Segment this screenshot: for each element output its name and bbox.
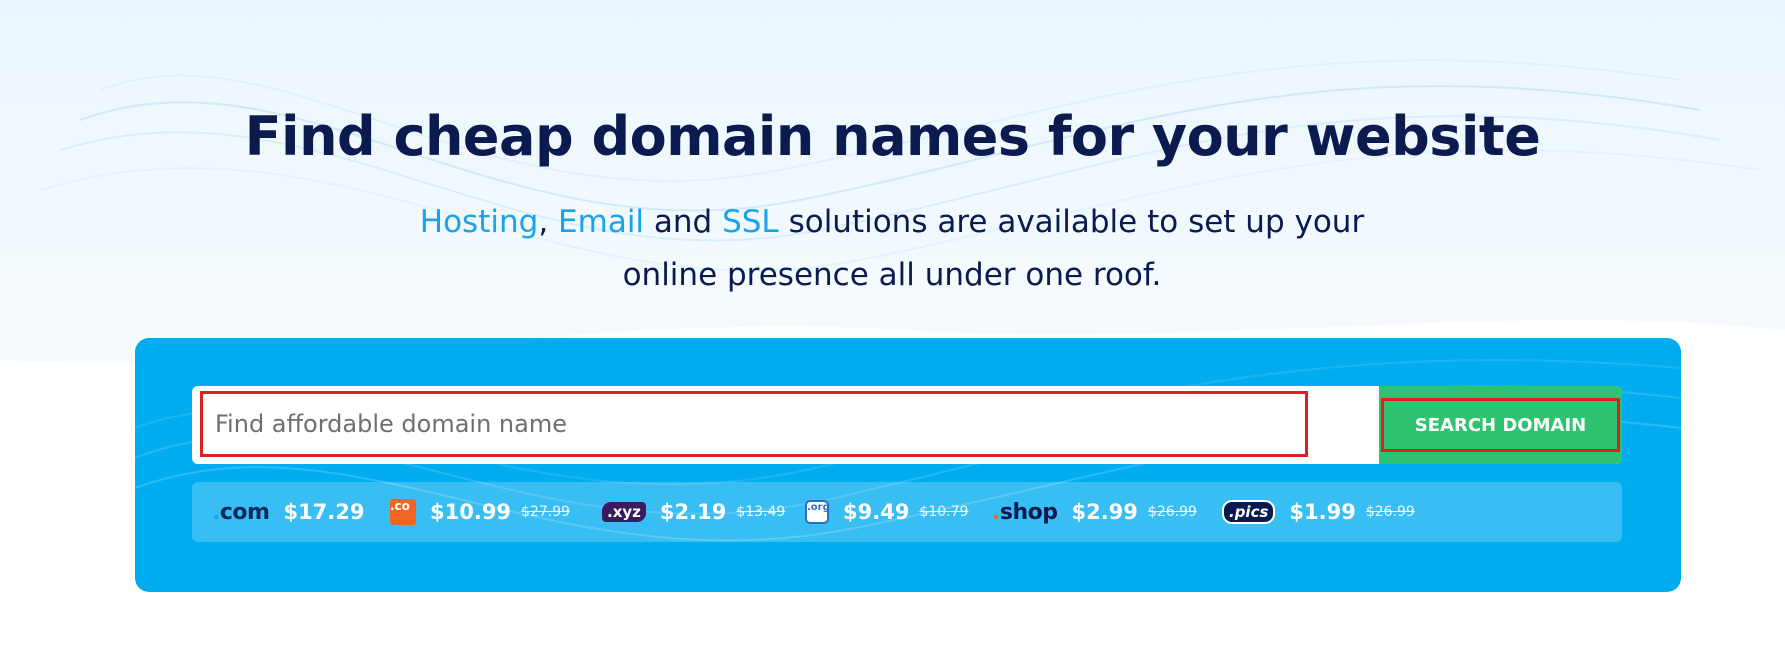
dot-shop-logo: .shop: [992, 499, 1058, 525]
subtitle-separator: and: [644, 204, 723, 240]
dot-xyz-logo: .xyz: [602, 502, 646, 522]
tld-item-com[interactable]: .com $17.29: [212, 482, 375, 542]
tld-price: $9.49: [843, 500, 910, 524]
tld-old-price: $26.99: [1365, 504, 1415, 520]
dot-com-logo: .com: [212, 499, 270, 525]
domain-search-bar: SEARCH DOMAIN: [192, 386, 1622, 464]
tld-item-co[interactable]: .co $10.99 $27.99: [390, 482, 570, 542]
subtitle-text: solutions are available to set up your: [778, 204, 1365, 240]
panel-wave-decoration: [135, 359, 1681, 542]
tld-item-pics[interactable]: .pics $1.99 $26.99: [1222, 482, 1415, 542]
tld-price: $2.19: [659, 500, 727, 524]
tld-old-price: $10.79: [919, 504, 969, 520]
email-link[interactable]: Email: [558, 204, 644, 240]
subtitle-text: online presence all under one roof.: [622, 257, 1162, 293]
tld-old-price: $26.99: [1147, 504, 1197, 520]
tld-price: $1.99: [1289, 500, 1356, 524]
hosting-link[interactable]: Hosting: [420, 204, 539, 240]
tld-price: $10.99: [430, 500, 512, 524]
domain-search-panel: SEARCH DOMAIN .com $17.29 .co $10.99 $27…: [135, 338, 1681, 592]
tld-old-price: $27.99: [521, 504, 571, 520]
hero-subtitle: Hosting, Email and SSL solutions are ava…: [392, 196, 1392, 302]
tld-item-org[interactable]: .org $9.49 $10.79: [805, 482, 968, 542]
tld-item-shop[interactable]: .shop $2.99 $26.99: [992, 482, 1197, 542]
search-domain-button-label: SEARCH DOMAIN: [1381, 398, 1620, 452]
search-domain-button[interactable]: SEARCH DOMAIN: [1379, 386, 1622, 464]
tld-price-list: .com $17.29 .co $10.99 $27.99 .xyz $2.19…: [192, 482, 1622, 542]
subtitle-separator: ,: [538, 204, 559, 240]
tld-old-price: $13.49: [736, 504, 786, 520]
domain-search-input[interactable]: [200, 391, 1308, 457]
tld-price: $2.99: [1071, 500, 1138, 524]
tld-item-xyz[interactable]: .xyz $2.19 $13.49: [602, 482, 785, 542]
tld-price: $17.29: [283, 500, 365, 524]
dot-pics-logo: .pics: [1222, 500, 1276, 524]
page-title: Find cheap domain names for your website: [244, 105, 1541, 168]
dot-org-logo: .org: [805, 500, 830, 524]
dot-co-logo: .co: [390, 499, 416, 525]
ssl-link[interactable]: SSL: [722, 204, 779, 240]
